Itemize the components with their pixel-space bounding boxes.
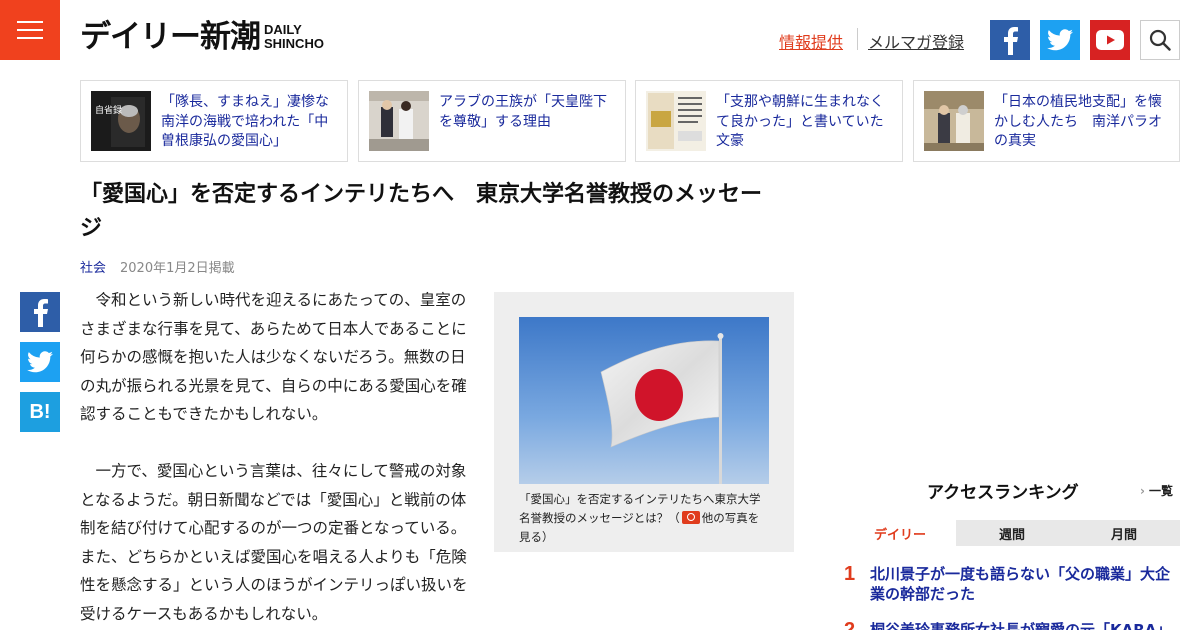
article-paragraph: 令和という新しい時代を迎えるにあたっての、皇室のさまざまな行事を見て、あらためて… (80, 291, 467, 423)
category-link[interactable]: 社会 (80, 257, 106, 276)
tab-monthly[interactable]: 月間 (1068, 520, 1180, 546)
related-article-card[interactable]: 自省録 「隊長、すまねえ」凄惨な南洋の海戦で培われた「中曽根康弘の愛国心」 (80, 80, 348, 162)
site-logo[interactable]: デイリー新潮 DAILY SHINCHO (80, 14, 324, 60)
photo-caption: 「愛国心」を否定するインテリたちへ東京大学名誉教授のメッセージとは？（ 他の写真を… (519, 492, 761, 544)
related-article-title: 「隊長、すまねえ」凄惨な南洋の海戦で培われた「中曽根康弘の愛国心」 (161, 94, 329, 149)
article-body: 令和という新しい時代を迎えるにあたっての、皇室のさまざまな行事を見て、あらためて… (80, 286, 470, 628)
search-button[interactable] (1140, 20, 1180, 60)
facebook-icon (34, 299, 48, 327)
search-icon (1149, 29, 1171, 51)
related-article-card[interactable]: 「支那や朝鮮に生まれなくて良かった」と書いていた文豪 (635, 80, 903, 162)
twitter-button[interactable] (1040, 20, 1080, 60)
share-hatena-button[interactable]: B! (20, 392, 60, 432)
facebook-icon (1004, 27, 1018, 55)
logo-text: デイリー新潮 (80, 19, 261, 55)
related-thumbnail: 自省録 (91, 91, 151, 151)
info-submit-link[interactable]: 情報提供 (779, 29, 843, 53)
ranking-all-link[interactable]: › 一覧 (1140, 482, 1173, 499)
twitter-icon (1047, 29, 1073, 51)
ranking-item-title: 北川景子が一度も語らない「父の職業」大企業の幹部だった (870, 565, 1171, 603)
newsletter-link[interactable]: メルマガ登録 (868, 29, 964, 53)
share-facebook-button[interactable] (20, 292, 60, 332)
share-twitter-button[interactable] (20, 342, 60, 382)
svg-text:自省録: 自省録 (95, 104, 122, 116)
related-article-title: アラブの王族が「天皇陛下を尊敬」する理由 (439, 94, 607, 130)
related-article-card[interactable]: 「日本の植民地支配」を懐かしむ人たち 南洋パラオの真実 (913, 80, 1180, 162)
youtube-icon (1096, 30, 1124, 50)
ranking-tabs: デイリー 週間 月間 (844, 520, 1180, 546)
menu-icon-bar (17, 29, 43, 31)
menu-button[interactable] (0, 0, 60, 60)
ranking-item[interactable]: 1 北川景子が一度も語らない「父の職業」大企業の幹部だった (844, 564, 1180, 608)
tab-weekly[interactable]: 週間 (956, 520, 1068, 546)
publish-date: 2020年1月2日掲載 (120, 261, 235, 276)
article-figure: 「愛国心」を否定するインテリたちへ東京大学名誉教授のメッセージとは？（ 他の写真を… (494, 292, 794, 552)
camera-icon (681, 511, 700, 524)
related-article-title: 「日本の植民地支配」を懐かしむ人たち 南洋パラオの真実 (994, 94, 1162, 149)
article-paragraph: 一方で、愛国心という言葉は、往々にして警戒の対象となるようだ。朝日新聞などでは「… (80, 462, 468, 623)
ranking-item[interactable]: 2 桐谷美玲事務所女社長が寵愛の元「KARA」ジヨ (844, 620, 1180, 630)
article-photo[interactable] (519, 317, 769, 484)
article-title: 「愛国心」を否定するインテリたちへ 東京大学名誉教授のメッセージ (80, 182, 763, 241)
tab-daily[interactable]: デイリー (844, 520, 956, 546)
menu-icon-bar (17, 37, 43, 39)
youtube-button[interactable] (1090, 20, 1130, 60)
chevron-right-icon: › (1140, 484, 1145, 498)
related-thumbnail (369, 91, 429, 151)
hatena-bookmark-icon: B! (29, 400, 51, 423)
ranking-item-title: 桐谷美玲事務所女社長が寵愛の元「KARA」ジヨ (870, 621, 1172, 630)
article-meta: 社会 2020年1月2日掲載 (80, 257, 235, 276)
related-thumbnail (646, 91, 706, 151)
logo-en-text: DAILY SHINCHO (264, 22, 324, 51)
ranking-number: 2 (844, 619, 856, 630)
twitter-icon (27, 351, 53, 373)
ranking-number: 1 (844, 563, 856, 585)
related-article-title: 「支那や朝鮮に生まれなくて良かった」と書いていた文豪 (716, 94, 884, 149)
ranking-title: アクセスランキング (927, 483, 1079, 503)
menu-icon-bar (17, 21, 43, 23)
header-divider (857, 28, 858, 50)
facebook-button[interactable] (990, 20, 1030, 60)
related-thumbnail (924, 91, 984, 151)
related-article-card[interactable]: アラブの王族が「天皇陛下を尊敬」する理由 (358, 80, 626, 162)
